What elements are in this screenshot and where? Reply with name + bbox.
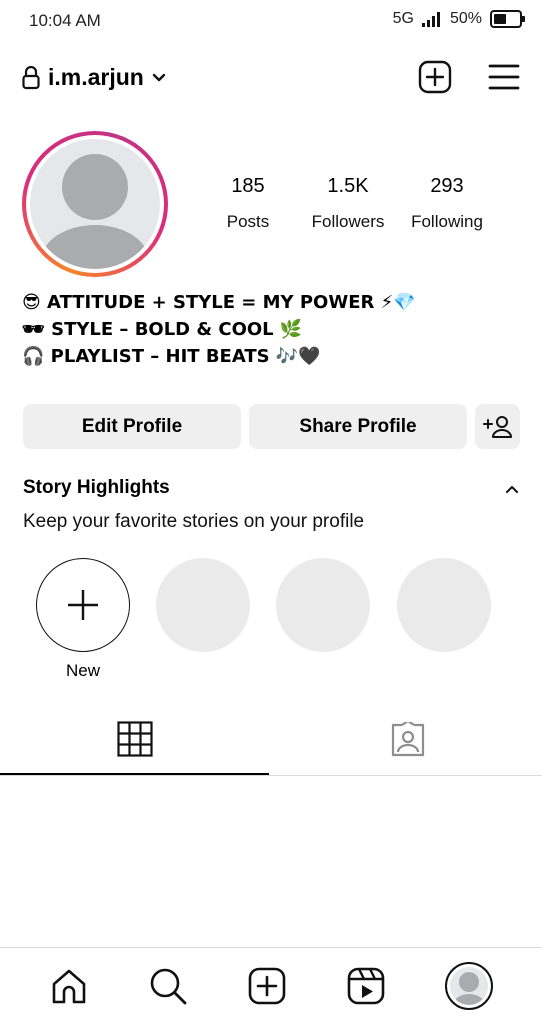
highlight-placeholder — [397, 558, 491, 652]
discover-people-button[interactable] — [475, 404, 520, 449]
bottom-nav — [0, 948, 542, 1024]
bio: 😎 ATTITUDE + STYLE = MY POWER ⚡💎 🕶 STYLE… — [22, 289, 416, 370]
new-highlight-button[interactable] — [36, 558, 130, 652]
posts-stat[interactable]: 185 Posts — [208, 175, 288, 232]
grid-icon[interactable] — [117, 721, 153, 757]
status-bar: 10:04 AM 5G 50% — [0, 0, 542, 44]
add-person-icon — [482, 415, 512, 438]
battery-icon — [490, 10, 525, 28]
highlight-placeholder — [156, 558, 250, 652]
default-user-icon — [452, 972, 485, 1005]
bio-line: 🕶 STYLE – BOLD & COOL 🌿 — [22, 319, 303, 340]
bio-line: 🎧 PLAYLIST – HIT BEATS 🎶🖤 — [22, 346, 321, 367]
new-highlight-label: New — [65, 661, 100, 680]
battery-percent: 50% — [449, 10, 482, 27]
hamburger-icon[interactable] — [488, 60, 520, 94]
share-profile-button[interactable]: Share Profile — [249, 404, 467, 449]
highlights-subtitle: Keep your favorite stories on your profi… — [23, 511, 365, 532]
plus-square-icon[interactable] — [418, 60, 452, 94]
profile-header: i.m.arjun — [0, 56, 542, 102]
search-icon[interactable] — [148, 966, 188, 1006]
lock-icon — [22, 65, 40, 89]
following-count: 293 — [430, 175, 464, 197]
bio-line: 😎 ATTITUDE + STYLE = MY POWER ⚡💎 — [22, 292, 416, 313]
tagged-person-icon[interactable] — [390, 722, 426, 758]
status-right: 5G 50% — [392, 10, 525, 28]
signal-icon — [421, 12, 440, 27]
plus-icon — [68, 590, 98, 620]
highlights-title: Story Highlights — [23, 477, 170, 498]
reels-icon[interactable] — [346, 966, 386, 1006]
profile-avatar[interactable] — [444, 962, 493, 1010]
followers-count: 1.5K — [327, 175, 369, 197]
highlight-placeholder — [276, 558, 370, 652]
default-user-icon — [41, 154, 149, 269]
posts-count: 185 — [231, 175, 265, 197]
account-switcher[interactable]: i.m.arjun — [22, 64, 166, 91]
avatar-placeholder — [30, 139, 160, 269]
edit-profile-button[interactable]: Edit Profile — [23, 404, 241, 449]
status-time: 10:04 AM — [29, 11, 101, 30]
chevron-down-icon — [152, 73, 166, 81]
followers-stat[interactable]: 1.5K Followers — [298, 175, 398, 232]
chevron-up-icon[interactable] — [505, 483, 519, 495]
following-label: Following — [411, 212, 483, 231]
profile-avatar[interactable] — [22, 131, 168, 277]
followers-label: Followers — [311, 212, 385, 231]
home-icon[interactable] — [49, 966, 89, 1006]
posts-label: Posts — [226, 212, 270, 231]
create-post-icon[interactable] — [247, 966, 287, 1006]
network-label: 5G — [392, 10, 414, 27]
username: i.m.arjun — [48, 64, 144, 90]
tab-divider — [0, 775, 542, 776]
following-stat[interactable]: 293 Following — [400, 175, 494, 232]
